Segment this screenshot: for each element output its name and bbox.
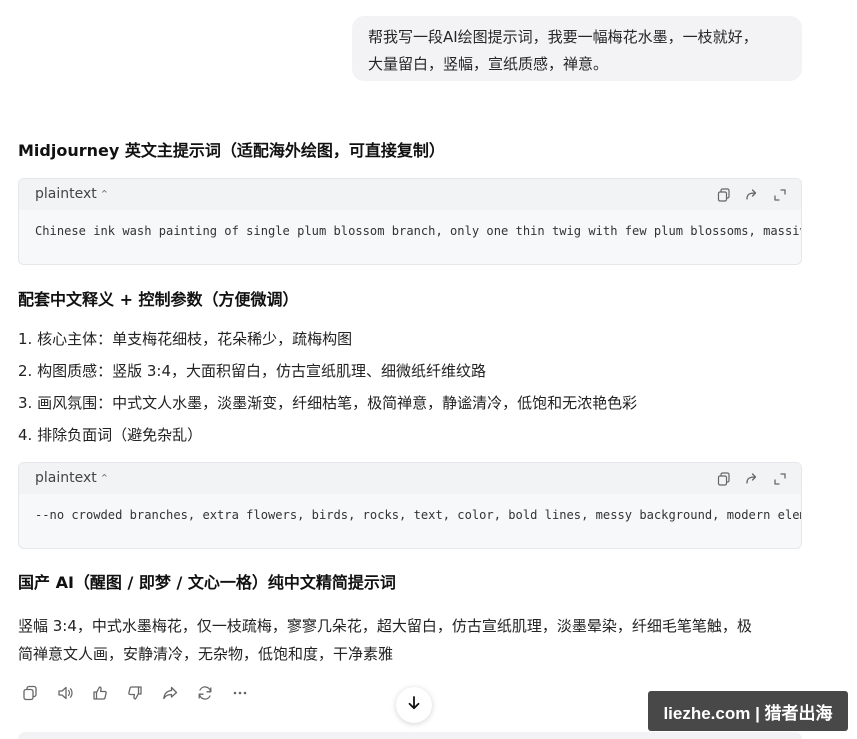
list-item: 1. 核心主体：单支梅花细枝，花朵稀少，疏梅构图 [18,330,353,348]
chat-input-area[interactable] [18,732,802,739]
chinese-prompt-paragraph: 竖幅 3:4，中式水墨梅花，仅一枝疏梅，寥寥几朵花，超大留白，仿古宣纸肌理，淡墨… [18,612,804,668]
code-block-header: plaintext ⌃ [19,463,801,494]
code-content: Chinese ink wash painting of single plum… [35,224,801,238]
expand-icon[interactable] [771,186,789,204]
user-message-line: 帮我写一段AI绘图提示词，我要一幅梅花水墨，一枝就好， [368,28,758,46]
code-language-label: plaintext [35,186,97,202]
chevron-up-icon: ⌃ [99,472,109,485]
user-message-line: 大量留白，竖幅，宣纸质感，禅意。 [368,55,609,73]
speaker-icon[interactable] [55,683,75,703]
section-heading-domestic-ai: 国产 AI（醒图 / 即梦 / 文心一格）纯中文精简提示词 [18,573,396,592]
paragraph-line: 竖幅 3:4，中式水墨梅花，仅一枝疏梅，寥寥几朵花，超大留白，仿古宣纸肌理，淡墨… [18,617,752,635]
share-arrow-icon[interactable] [743,186,761,204]
paragraph-line: 简禅意文人画，安静清冷，无杂物，低饱和度，干净素雅 [18,645,394,663]
code-block-negative: plaintext ⌃ --no crowded branches, extra … [18,462,802,549]
copy-icon[interactable] [715,470,733,488]
params-list: 1. 核心主体：单支梅花细枝，花朵稀少，疏梅构图 2. 构图质感：竖版 3:4，… [18,326,637,454]
share-icon[interactable] [160,683,180,703]
arrow-down-icon [406,695,422,715]
chevron-up-icon: ⌃ [99,188,109,201]
code-language-toggle[interactable]: plaintext ⌃ [35,186,109,202]
code-content: --no crowded branches, extra flowers, bi… [35,508,801,522]
list-item: 3. 画风氛围：中式文人水墨，淡墨渐变，纤细枯笔，极简禅意，静谧清冷，低饱和无浓… [18,394,638,412]
expand-icon[interactable] [771,470,789,488]
code-language-label: plaintext [35,470,97,486]
copy-icon[interactable] [20,683,40,703]
list-item: 2. 构图质感：竖版 3:4，大面积留白，仿古宣纸肌理、细微纸纤维纹路 [18,362,486,380]
code-block-header: plaintext ⌃ [19,179,801,210]
code-language-toggle[interactable]: plaintext ⌃ [35,470,109,486]
scroll-to-bottom-button[interactable] [396,687,432,723]
watermark: liezhe.com | 猎者出海 [648,691,848,731]
regenerate-icon[interactable] [195,683,215,703]
thumbs-down-icon[interactable] [125,683,145,703]
section-heading-midjourney: Midjourney 英文主提示词（适配海外绘图，可直接复制） [18,141,445,160]
copy-icon[interactable] [715,186,733,204]
share-arrow-icon[interactable] [743,470,761,488]
user-message-bubble: 帮我写一段AI绘图提示词，我要一幅梅花水墨，一枝就好， 大量留白，竖幅，宣纸质感… [352,16,802,81]
list-item: 4. 排除负面词（避免杂乱） [18,426,203,444]
code-actions [715,186,789,204]
code-block-midjourney: plaintext ⌃ Chinese ink wash painting of … [18,178,802,265]
thumbs-up-icon[interactable] [90,683,110,703]
more-icon[interactable] [230,683,250,703]
section-heading-chinese-params: 配套中文释义 + 控制参数（方便微调） [18,290,299,309]
code-actions [715,470,789,488]
message-actions [20,683,250,703]
watermark-text: liezhe.com | 猎者出海 [663,703,833,723]
